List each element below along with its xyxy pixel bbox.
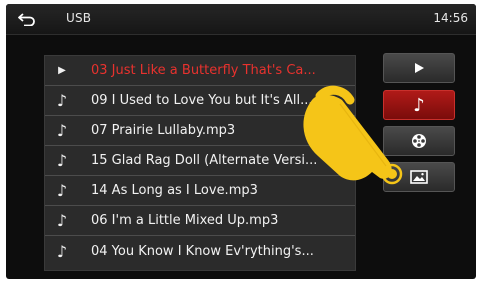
- music-note-icon: ♪: [56, 211, 68, 230]
- picture-icon: [410, 170, 428, 184]
- play-button[interactable]: [383, 53, 455, 83]
- music-note-icon: ♪: [56, 121, 68, 140]
- play-icon: ▶: [58, 65, 66, 76]
- track-title: 15 Glad Rag Doll (Alternate Versi...: [91, 153, 318, 168]
- film-reel-icon: [412, 134, 426, 148]
- music-note-icon: ♪: [56, 241, 68, 261]
- play-icon: [415, 63, 424, 73]
- track-row[interactable]: ♪ 15 Glad Rag Doll (Alternate Versi...: [45, 146, 355, 176]
- track-row[interactable]: ▶ 03 Just Like a Butterfly That's Ca...: [45, 56, 355, 86]
- track-title: 06 I'm a Little Mixed Up.mp3: [91, 213, 279, 228]
- track-title: 09 I Used to Love You but It's All...: [91, 93, 313, 108]
- video-source-button[interactable]: [383, 126, 455, 156]
- track-row[interactable]: ♪ 04 You Know I Know Ev'rything's...: [45, 236, 355, 266]
- music-note-icon: ♪: [56, 181, 68, 200]
- track-list: ▶ 03 Just Like a Butterfly That's Ca... …: [44, 55, 356, 271]
- music-source-button[interactable]: ♪: [383, 90, 455, 120]
- track-title: 14 As Long as I Love.mp3: [91, 183, 258, 198]
- back-arrow-icon: [18, 13, 35, 26]
- clock: 14:56: [433, 11, 468, 25]
- track-row[interactable]: ♪ 09 I Used to Love You but It's All...: [45, 86, 355, 116]
- track-row[interactable]: ♪ 06 I'm a Little Mixed Up.mp3: [45, 206, 355, 236]
- photo-source-button[interactable]: [383, 162, 455, 192]
- track-row[interactable]: ♪ 14 As Long as I Love.mp3: [45, 176, 355, 206]
- track-title: 07 Prairie Lullaby.mp3: [91, 123, 236, 138]
- source-title: USB: [66, 11, 92, 25]
- music-note-icon: ♪: [56, 151, 68, 170]
- header-bar: USB 14:56: [6, 4, 476, 35]
- music-note-icon: ♪: [413, 94, 425, 116]
- back-button[interactable]: [16, 9, 38, 29]
- music-note-icon: ♪: [56, 91, 68, 110]
- track-row[interactable]: ♪ 07 Prairie Lullaby.mp3: [45, 116, 355, 146]
- device-frame: USB 14:56 ▶ 03 Just Like a Butterfly Tha…: [0, 0, 481, 283]
- infotainment-screen: USB 14:56 ▶ 03 Just Like a Butterfly Tha…: [6, 4, 476, 279]
- track-title: 04 You Know I Know Ev'rything's...: [91, 243, 314, 259]
- track-title: 03 Just Like a Butterfly That's Ca...: [91, 63, 316, 78]
